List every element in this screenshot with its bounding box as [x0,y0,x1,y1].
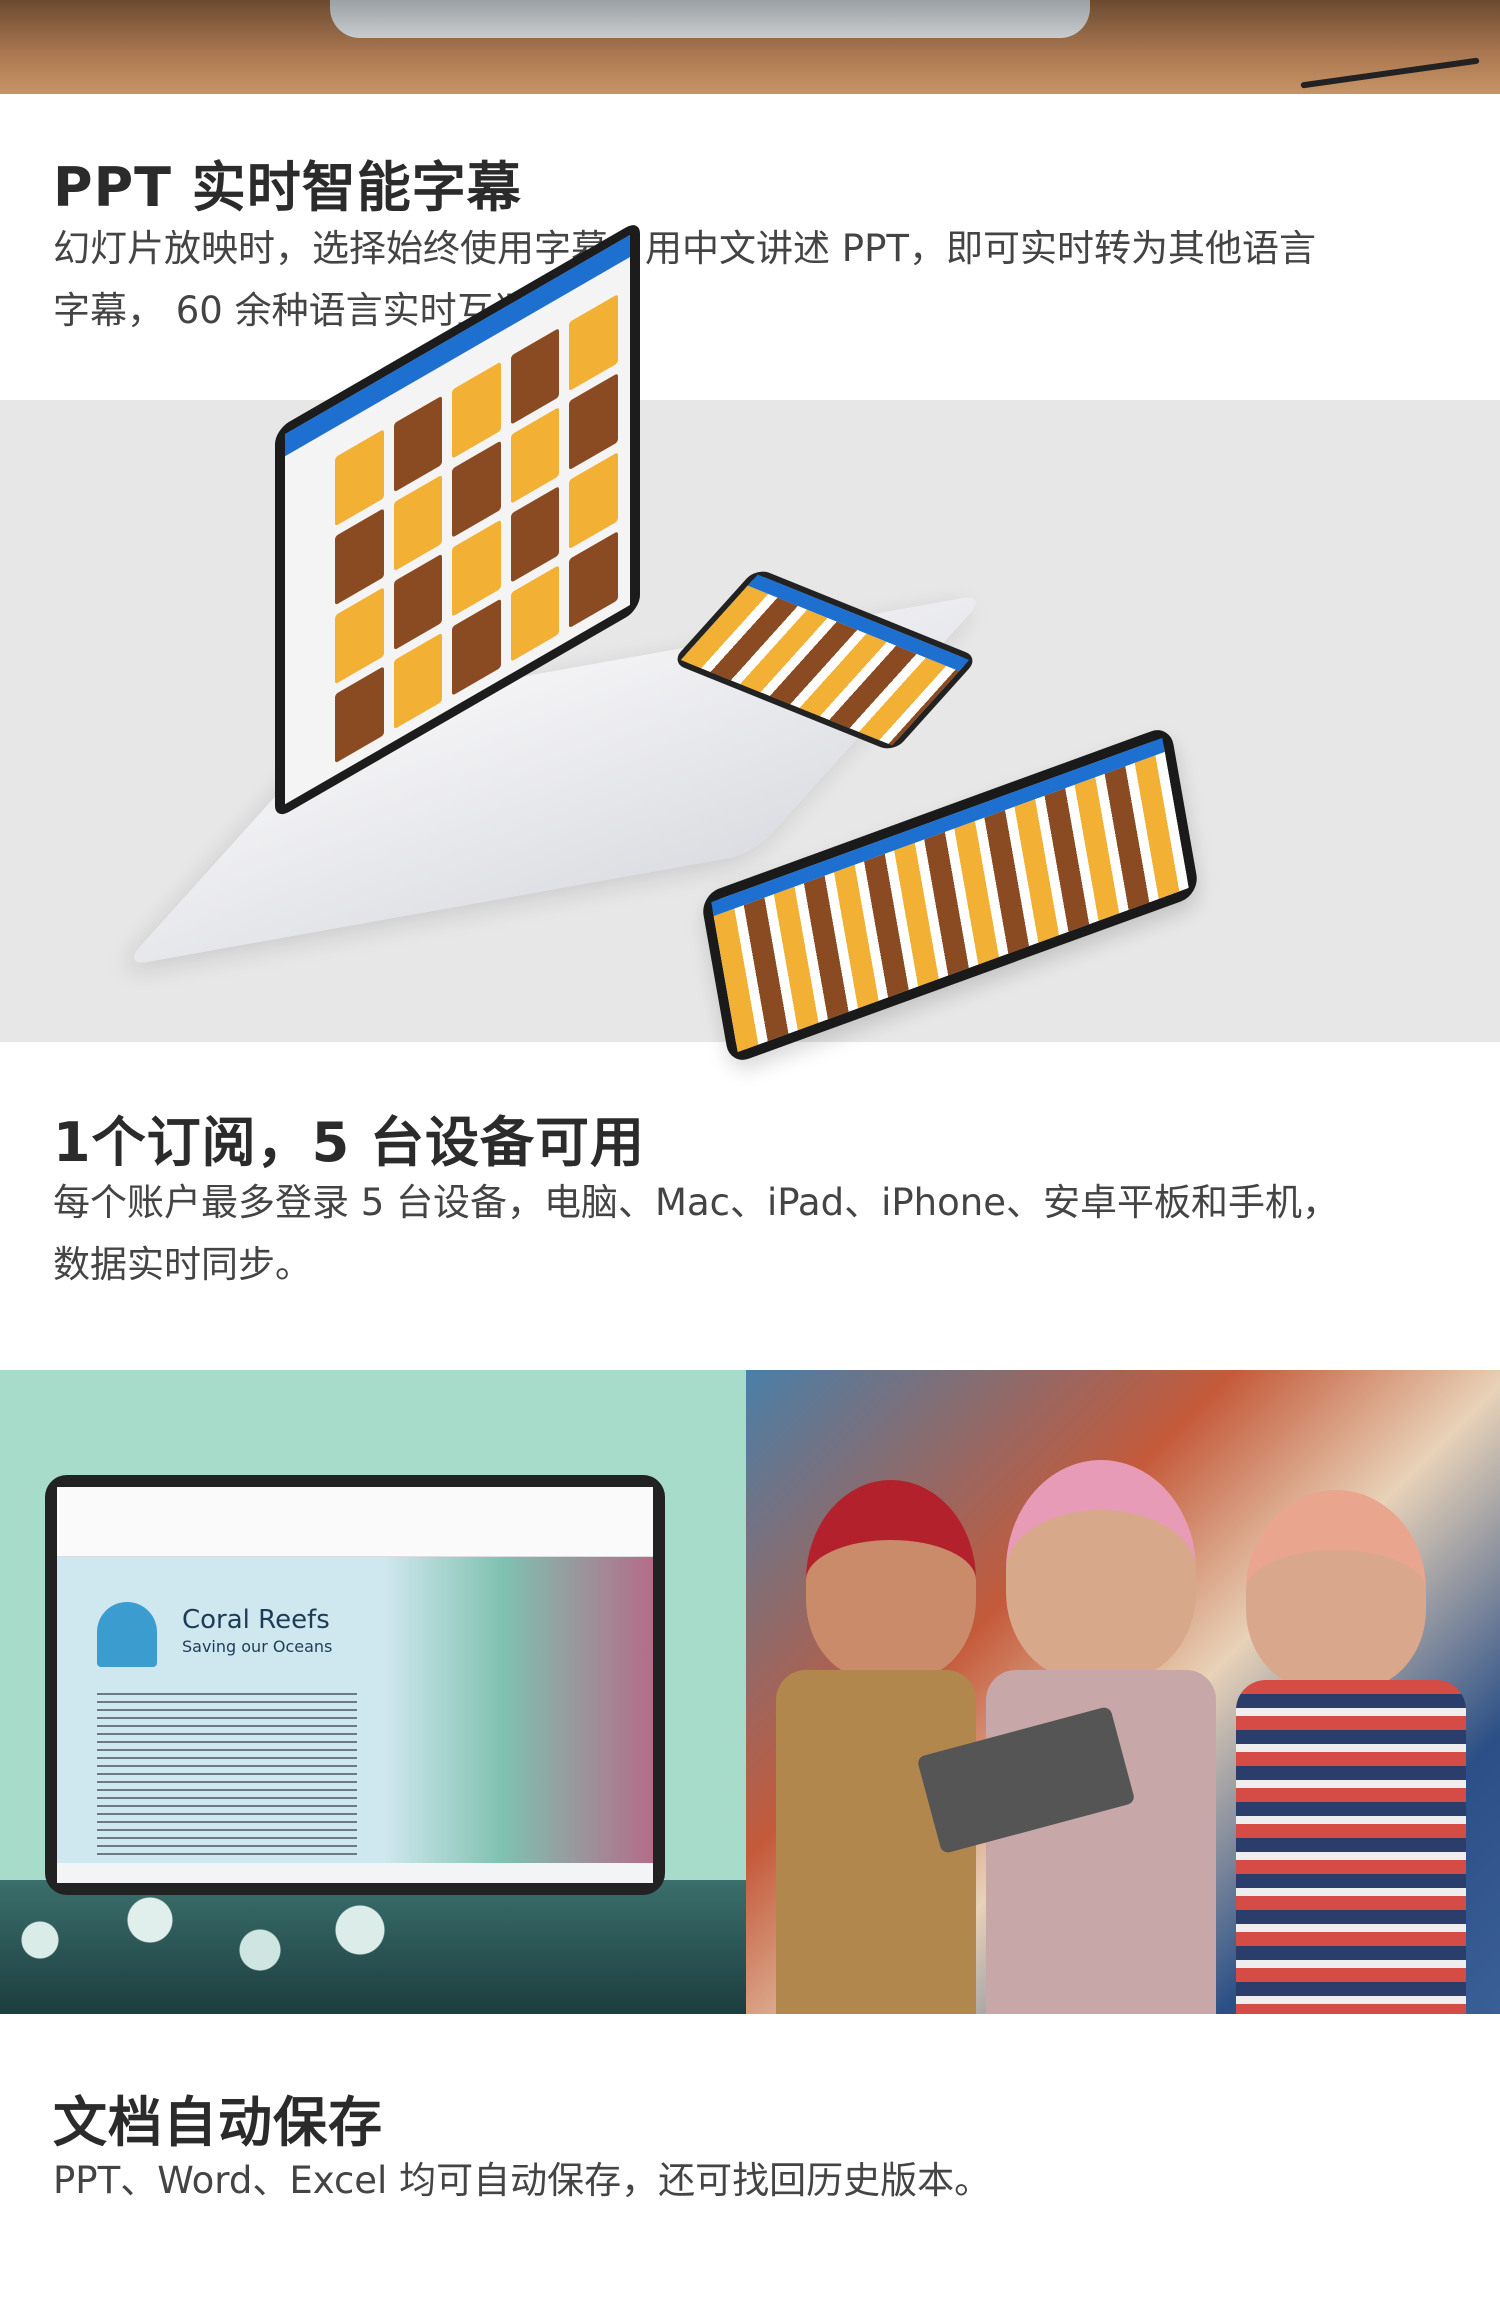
section-body-line: 每个账户最多登录 5 台设备，电脑、Mac、iPad、iPhone、安卓平板和手… [53,1181,1339,1224]
section-body-line: 数据实时同步。 [53,1243,312,1286]
section-title-subscription: 1个订阅，5 台设备可用 [53,1111,645,1174]
doc-subtitle: Saving our Oceans [182,1637,333,1656]
friends-with-tablet-photo [746,1370,1500,2014]
top-laptop-photo [0,0,1500,94]
section-title-autosave: 文档自动保存 [53,2091,383,2154]
doc-body-text [97,1687,357,1857]
reef-background [0,1880,746,2014]
doc-title: Coral Reefs [182,1605,330,1635]
section-body-line: 幻灯片放映时，选择始终使用字幕。用中文讲述 PPT，即可实时转为其他语言 [53,227,1316,270]
section-body-line: PPT、Word、Excel 均可自动保存，还可找回历史版本。 [53,2159,992,2202]
word-tablet: Coral Reefs Saving our Oceans [45,1475,665,1895]
section-body-line: 字幕， 60 余种语言实时互译。 [53,289,568,332]
coral-document: Coral Reefs Saving our Oceans [57,1557,653,1863]
coral-logo-icon [97,1602,157,1667]
section-title-ppt-subtitles: PPT 实时智能字幕 [53,156,522,219]
word-ribbon [57,1487,653,1557]
